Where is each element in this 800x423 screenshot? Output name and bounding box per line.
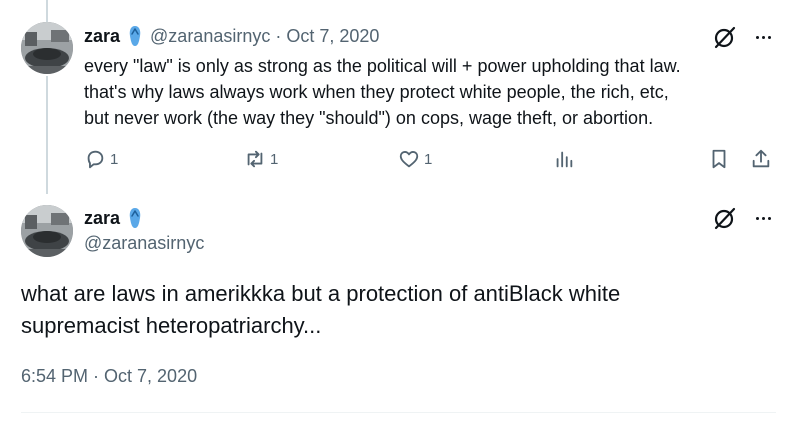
tweet-text-line: but never work (the way they "should") o… <box>84 108 654 128</box>
flip-flop-emoji-icon <box>129 208 141 228</box>
bookmark-button[interactable] <box>708 148 730 170</box>
like-button[interactable]: 1 <box>398 148 432 170</box>
share-icon <box>752 149 770 168</box>
retweet-count: 1 <box>270 150 279 168</box>
reply-count: 1 <box>110 150 119 168</box>
reply-tweet-text: every "law" is only as strong as the pol… <box>84 53 784 131</box>
flip-flop-emoji-icon <box>129 26 141 46</box>
reply-button[interactable]: 1 <box>84 148 118 170</box>
tweet-text-line: supremacist heteropatriarchy... <box>21 313 322 338</box>
grok-icon[interactable] <box>712 24 738 50</box>
like-icon <box>399 151 419 168</box>
tweet-timestamp[interactable]: 6:54 PM · Oct 7, 2020 <box>21 366 197 387</box>
bookmark-icon <box>712 149 726 169</box>
reply-tweet-header: zara @zaranasirnyc · Oct 7, 2020 <box>84 24 379 48</box>
main-tweet-author: zara <box>84 207 150 229</box>
avatar[interactable] <box>21 205 73 257</box>
reply-tweet-controls <box>712 24 774 50</box>
thread-line-top <box>46 0 48 24</box>
tweet-text-line: every "law" is only as strong as the pol… <box>84 56 681 76</box>
tweet-text-line: that's why laws always work when they pr… <box>84 82 669 102</box>
thread-line-connector <box>46 76 48 194</box>
main-tweet-text: what are laws in amerikkka but a protect… <box>21 278 781 342</box>
avatar[interactable] <box>21 22 73 74</box>
author-handle[interactable]: @zaranasirnyc <box>150 26 270 47</box>
tweet-text-line: what are laws in amerikkka but a protect… <box>21 281 621 306</box>
author-name[interactable]: zara <box>84 26 120 47</box>
author-name[interactable]: zara <box>84 208 120 229</box>
grok-icon[interactable] <box>712 205 738 231</box>
divider <box>21 412 776 413</box>
views-icon <box>556 151 573 168</box>
author-handle[interactable]: @zaranasirnyc <box>84 233 204 254</box>
retweet-button[interactable]: 1 <box>244 148 278 170</box>
more-icon[interactable] <box>752 205 774 231</box>
reply-tweet-actions: 1 1 1 <box>84 148 784 174</box>
reply-icon <box>87 150 104 169</box>
retweet-icon <box>247 150 263 168</box>
like-count: 1 <box>424 150 433 168</box>
views-button[interactable] <box>553 148 575 170</box>
share-button[interactable] <box>750 148 772 170</box>
more-icon[interactable] <box>752 24 774 50</box>
main-tweet-controls <box>712 205 774 231</box>
tweet-date[interactable]: Oct 7, 2020 <box>286 26 379 47</box>
separator-dot: · <box>275 25 282 46</box>
